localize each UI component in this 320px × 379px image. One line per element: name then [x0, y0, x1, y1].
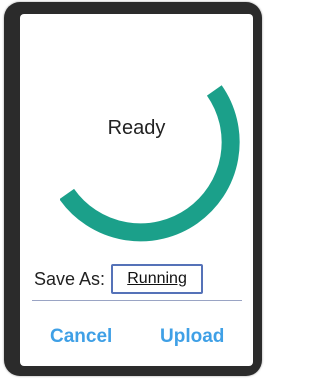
device-frame: Ready Save As: Running Cancel Upload [4, 2, 262, 376]
progress-arc [60, 85, 240, 242]
status-text: Ready [107, 117, 166, 139]
progress-ring [60, 85, 240, 242]
filename-input[interactable]: Running [111, 264, 204, 294]
save-as-row: Save As: Running [34, 264, 204, 294]
divider [32, 300, 242, 301]
cancel-button[interactable]: Cancel [50, 326, 112, 348]
save-as-label: Save As: [34, 268, 106, 289]
dialog-screen: Ready Save As: Running Cancel Upload [20, 14, 253, 366]
upload-button[interactable]: Upload [160, 326, 224, 348]
